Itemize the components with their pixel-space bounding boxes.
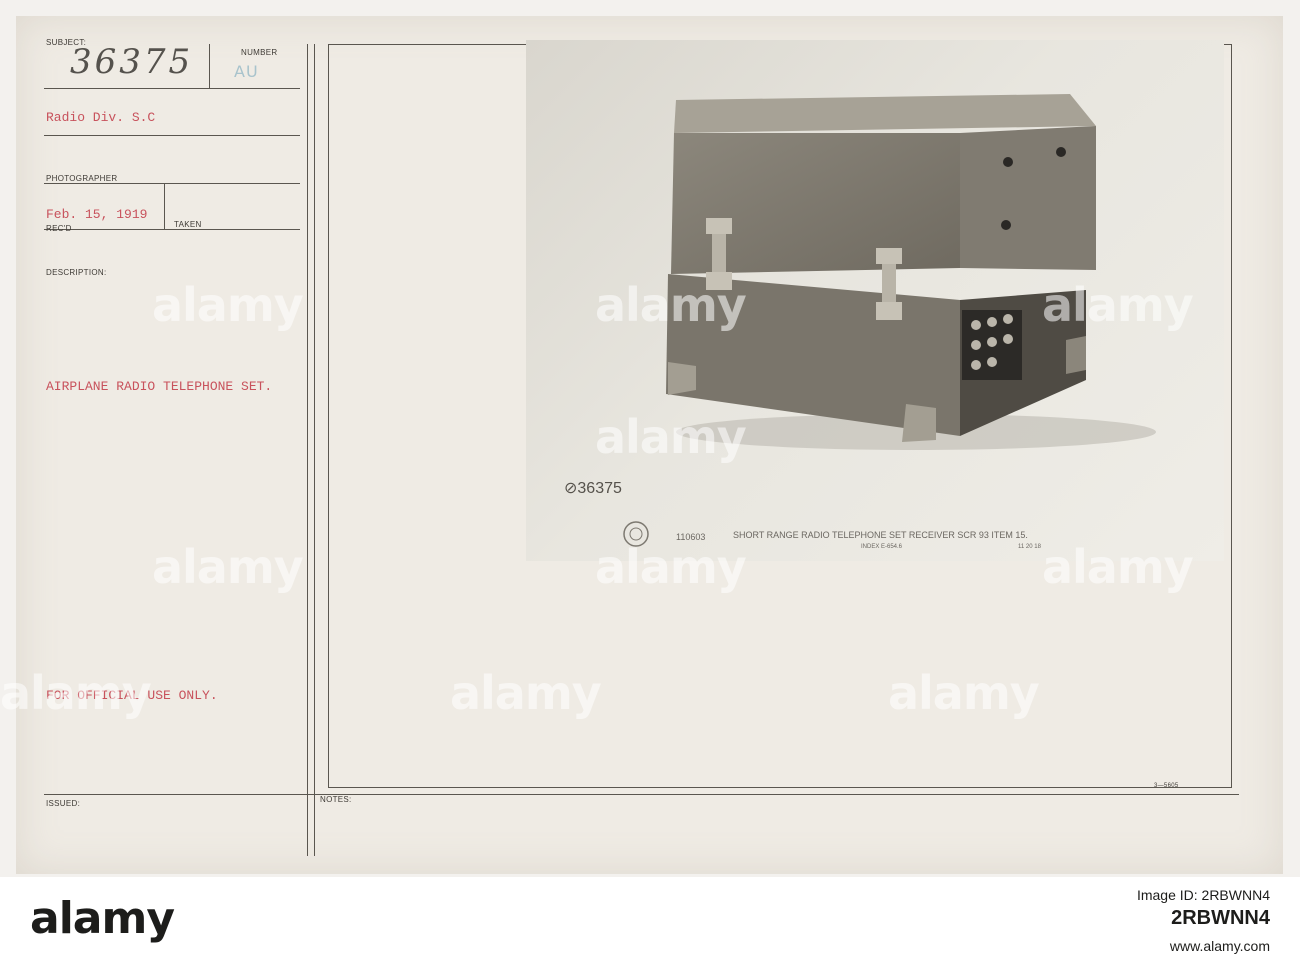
index-text: INDEX E-654.6 <box>861 544 903 550</box>
image-id-label: Image ID: 2RBWNN4 <box>1136 887 1270 903</box>
watermark: alamy <box>1042 540 1194 594</box>
taken-label: TAKEN <box>174 220 202 229</box>
received-date: Feb. 15, 1919 <box>46 207 148 222</box>
rule-division <box>44 135 300 136</box>
footer-logo: alamy <box>30 893 175 944</box>
watermark: alamy <box>595 278 747 332</box>
footer-url: www.alamy.com <box>1169 938 1270 954</box>
subject-number: 36375 <box>70 42 194 82</box>
rule-frame-bottom <box>328 787 1232 788</box>
rule-notes-column <box>314 44 315 856</box>
division-text: Radio Div. S.C <box>46 110 156 125</box>
negative-number: ⊘36375 <box>564 480 622 497</box>
rule-column <box>307 44 308 856</box>
footer-image-info: Image ID: 2RBWNN4 2RBWNN4 www.alamy.com <box>1137 887 1270 954</box>
form-code: 3—5605 <box>1154 783 1179 789</box>
notes-label: NOTES: <box>320 795 352 804</box>
rule-frame-left <box>328 44 329 788</box>
photo-date: 11 20 18 <box>1018 544 1041 550</box>
description-text: AIRPLANE RADIO TELEPHONE SET. <box>46 379 273 394</box>
rule-subject <box>44 88 300 89</box>
rule-notes <box>44 794 1239 795</box>
watermark: alamy <box>595 410 747 464</box>
image-id: 2RBWNN4 <box>1171 907 1270 929</box>
rule-frame-right <box>1231 44 1232 788</box>
number-stamp: AU <box>234 62 259 81</box>
watermark: alamy <box>450 666 602 720</box>
issued-label: ISSUED: <box>46 799 81 808</box>
watermark: alamy <box>152 278 304 332</box>
photographer-label: PHOTOGRAPHER <box>46 174 118 183</box>
description-label: DESCRIPTION: <box>46 268 107 277</box>
rule-subject-divider <box>209 44 210 88</box>
watermark: alamy <box>888 666 1040 720</box>
watermark: alamy <box>0 666 152 720</box>
watermark: alamy <box>152 540 304 594</box>
recd-label: REC'D <box>46 224 72 233</box>
footer-bar: alamy Image ID: 2RBWNN4 2RBWNN4 www.alam… <box>0 877 1300 967</box>
rule-date-divider <box>164 183 165 229</box>
photo-caption: SHORT RANGE RADIO TELEPHONE SET RECEIVER… <box>733 530 1028 540</box>
rule-date <box>44 229 300 230</box>
watermark: alamy <box>595 540 747 594</box>
rule-photographer <box>44 183 300 184</box>
number-label: NUMBER <box>241 48 278 57</box>
watermark: alamy <box>1042 278 1194 332</box>
